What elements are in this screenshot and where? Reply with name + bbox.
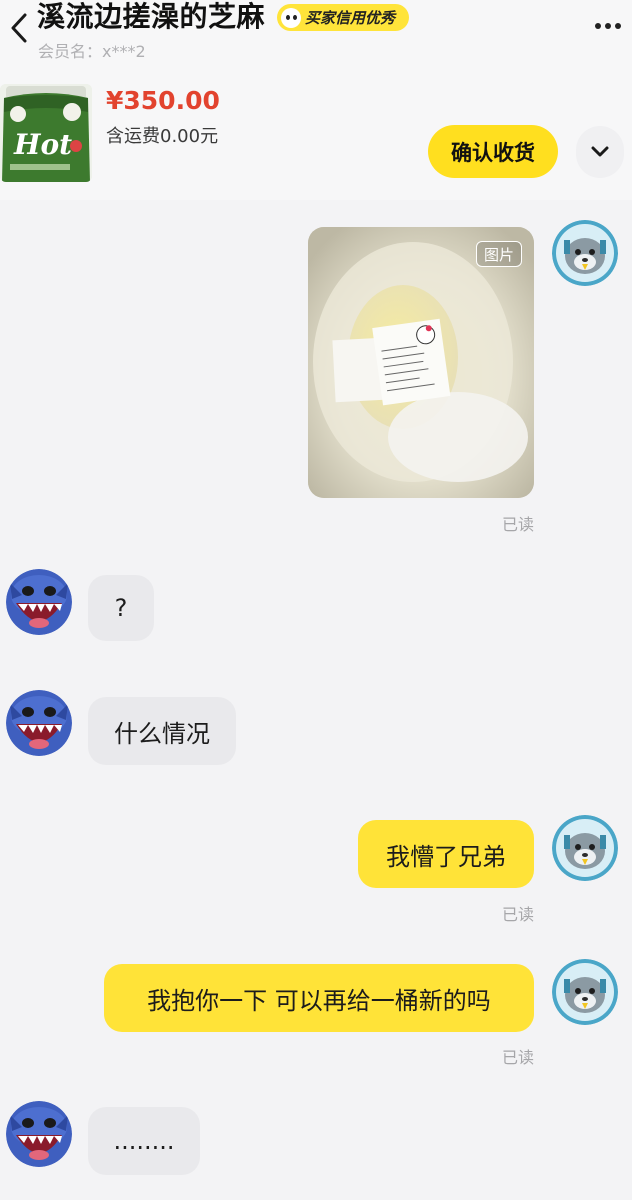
my-avatar[interactable]: [552, 220, 618, 286]
message-bubble-incoming[interactable]: ?: [88, 575, 154, 641]
credit-badge[interactable]: 买家信用优秀: [277, 4, 409, 31]
image-message[interactable]: 图片: [308, 227, 534, 498]
other-avatar[interactable]: [6, 1101, 72, 1167]
more-button[interactable]: [592, 10, 624, 42]
my-avatar[interactable]: [552, 959, 618, 1025]
more-dots-icon: [595, 23, 601, 29]
my-avatar[interactable]: [552, 815, 618, 881]
confirm-receipt-button[interactable]: 确认收货: [428, 125, 558, 178]
expand-button[interactable]: [576, 126, 624, 178]
read-status: 已读: [502, 515, 535, 534]
product-price: ¥350.00: [106, 86, 220, 115]
message-bubble-outgoing[interactable]: 我懵了兄弟: [358, 820, 534, 888]
chat-header: 溪流边搓澡的芝麻 买家信用优秀 会员名：x***2 Hot ¥350.00 含运…: [0, 0, 632, 200]
credit-badge-label: 买家信用优秀: [305, 9, 396, 27]
other-avatar[interactable]: [6, 690, 72, 756]
read-status: 已读: [502, 905, 535, 924]
chevron-left-icon: [11, 13, 27, 43]
product-thumbnail[interactable]: Hot: [0, 84, 92, 182]
other-avatar[interactable]: [6, 569, 72, 635]
shipping-fee: 含运费0.00元: [106, 126, 219, 147]
member-name: 会员名：x***2: [38, 42, 146, 61]
chat-title: 溪流边搓澡的芝麻: [37, 0, 266, 33]
product-thumb-text: Hot: [13, 128, 72, 161]
back-button[interactable]: [4, 6, 34, 50]
message-bubble-incoming[interactable]: 什么情况: [88, 697, 236, 765]
message-bubble-incoming[interactable]: ........: [88, 1107, 200, 1175]
chevron-down-icon: [591, 146, 609, 157]
message-bubble-outgoing[interactable]: 我抱你一下 可以再给一桶新的吗: [104, 964, 534, 1032]
read-status: 已读: [502, 1048, 535, 1067]
image-tag: 图片: [475, 241, 522, 267]
smile-icon: [281, 7, 301, 28]
